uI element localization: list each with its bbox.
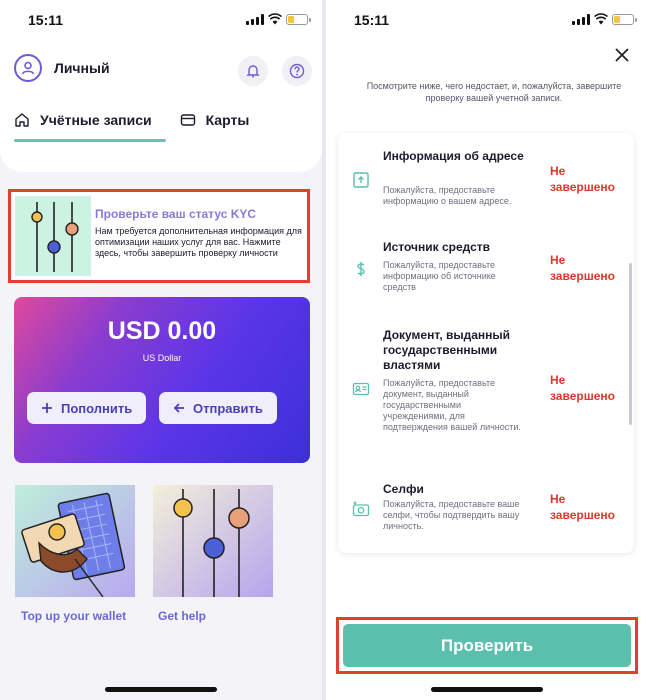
id-card-icon — [352, 382, 370, 396]
requirement-status: Не завершено — [550, 253, 615, 283]
top-up-label: Пополнить — [61, 400, 133, 416]
profile-name: Личный — [54, 60, 110, 76]
get-help-tile[interactable] — [153, 485, 273, 597]
account-tabs: Учётные записи Карты — [14, 112, 249, 142]
verification-intro: Посмотрите ниже, чего недостает, и, пожа… — [366, 81, 622, 103]
cellular-signal-icon — [246, 14, 264, 25]
verification-screen: 15:11 Посмотрите ниже, чего недостает, и… — [326, 0, 648, 700]
sliders-illustration — [15, 196, 91, 276]
header-card: 15:11 Личный Учётные записи Карты — [0, 0, 322, 172]
kyc-banner-title: Проверьте ваш статус KYC — [95, 207, 257, 221]
requirement-status: Не завершено — [550, 492, 615, 522]
requirement-title: Селфи — [383, 482, 424, 496]
tab-accounts[interactable]: Учётные записи — [14, 112, 166, 142]
cellular-signal-icon — [572, 14, 590, 25]
requirement-description: Пожалуйста, предоставьте документ, выдан… — [383, 378, 521, 432]
help-button[interactable] — [282, 56, 312, 86]
requirement-description: Пожалуйста, предоставьте ваше селфи, что… — [383, 499, 520, 531]
camera-icon — [352, 501, 370, 517]
send-label: Отправить — [193, 400, 263, 416]
wifi-icon — [594, 13, 608, 25]
requirement-title: Информация об адресе — [383, 149, 524, 163]
address-icon — [353, 172, 369, 188]
tab-accounts-label: Учётные записи — [40, 112, 152, 128]
top-up-wallet-tile[interactable] — [15, 485, 135, 598]
kyc-banner-text: Нам требуется дополнительная информация … — [95, 226, 302, 258]
requirement-status: Не завершено — [550, 373, 615, 403]
home-indicator — [431, 687, 543, 692]
tab-cards[interactable]: Карты — [180, 112, 250, 142]
status-bar: 15:11 — [0, 0, 322, 40]
profile-switcher[interactable]: Личный — [14, 54, 110, 82]
verify-button-highlight: Проверить — [336, 617, 638, 674]
notifications-button[interactable] — [238, 56, 268, 86]
sliders-help-illustration — [153, 485, 273, 597]
avatar-icon — [14, 54, 42, 82]
wifi-icon — [268, 13, 282, 25]
top-up-button[interactable]: Пополнить — [27, 392, 147, 424]
status-time: 15:11 — [354, 12, 390, 28]
get-help-label: Get help — [158, 609, 207, 623]
requirement-title: Источник средств — [383, 240, 491, 254]
status-bar: 15:11 — [326, 0, 648, 40]
send-button[interactable]: Отправить — [159, 392, 277, 424]
home-icon — [15, 113, 29, 127]
requirement-status: Не завершено — [550, 164, 615, 194]
top-up-wallet-label: Top up your wallet — [21, 609, 127, 623]
balance-amount: USD 0.00 — [107, 317, 217, 345]
plus-icon — [42, 403, 52, 413]
battery-icon — [612, 14, 637, 25]
requirement-description: Пожалуйста, предоставьте информацию о ва… — [383, 185, 512, 206]
requirements-card: Информация об адресе Пожалуйста, предост… — [338, 133, 634, 553]
requirement-title: Документ, выданный государственными влас… — [383, 328, 511, 372]
status-time: 15:11 — [28, 12, 64, 28]
battery-icon — [286, 14, 311, 25]
bell-icon — [246, 65, 260, 78]
card-icon — [180, 114, 195, 126]
wallet-illustration — [15, 485, 135, 598]
kyc-status-banner[interactable]: Проверьте ваш статус KYC Нам требуется д… — [8, 189, 310, 283]
arrow-left-icon — [173, 403, 184, 413]
verify-button[interactable]: Проверить — [343, 624, 631, 667]
home-indicator — [105, 687, 217, 692]
tab-cards-label: Карты — [205, 112, 250, 128]
wallet-home-screen: 15:11 Личный Учётные записи Карты Провер… — [0, 0, 322, 700]
help-icon — [289, 63, 305, 79]
balance-card: USD 0.00 US Dollar Пополнить Отправить — [14, 297, 310, 463]
balance-currency: US Dollar — [142, 353, 182, 363]
close-icon[interactable] — [612, 45, 632, 65]
dollar-icon — [357, 262, 365, 276]
requirement-description: Пожалуйста, предоставьте информацию об и… — [383, 260, 496, 292]
